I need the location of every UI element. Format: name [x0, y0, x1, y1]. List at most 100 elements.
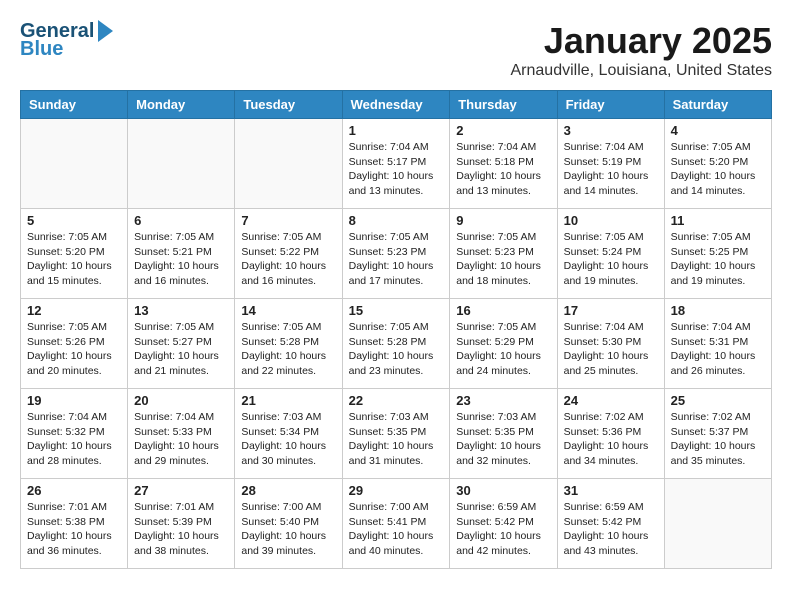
calendar-week-row: 5Sunrise: 7:05 AM Sunset: 5:20 PM Daylig… [21, 209, 772, 299]
col-thursday: Thursday [450, 91, 557, 119]
day-number: 8 [349, 213, 444, 228]
page-header: General Blue January 2025 Arnaudville, L… [20, 20, 772, 80]
col-monday: Monday [128, 91, 235, 119]
table-row: 4Sunrise: 7:05 AM Sunset: 5:20 PM Daylig… [664, 119, 771, 209]
day-number: 9 [456, 213, 550, 228]
day-number: 31 [564, 483, 658, 498]
calendar-week-row: 1 Sunrise: 7:04 AM Sunset: 5:17 PM Daylig… [21, 119, 772, 209]
day-number: 29 [349, 483, 444, 498]
day-info: Sunrise: 7:05 AM Sunset: 5:27 PM Dayligh… [134, 320, 228, 379]
table-row: 16Sunrise: 7:05 AM Sunset: 5:29 PM Dayli… [450, 299, 557, 389]
day-info: Sunrise: 7:02 AM Sunset: 5:37 PM Dayligh… [671, 410, 765, 469]
day-info: Sunrise: 7:05 AM Sunset: 5:20 PM Dayligh… [671, 140, 765, 199]
table-row [235, 119, 342, 209]
table-row [128, 119, 235, 209]
table-row: 25 Sunrise: 7:02 AM Sunset: 5:37 PM Dayli… [664, 389, 771, 479]
table-row: 13 Sunrise: 7:05 AM Sunset: 5:27 PM Dayli… [128, 299, 235, 389]
table-row: 6 Sunrise: 7:05 AM Sunset: 5:21 PM Daylig… [128, 209, 235, 299]
day-number: 3 [564, 123, 658, 138]
day-number: 20 [134, 393, 228, 408]
day-number: 16 [456, 303, 550, 318]
day-number: 7 [241, 213, 335, 228]
day-info: Sunrise: 7:01 AM Sunset: 5:39 PM Dayligh… [134, 500, 228, 559]
day-info: Sunrise: 6:59 AM Sunset: 5:42 PM Dayligh… [456, 500, 550, 559]
day-number: 18 [671, 303, 765, 318]
day-number: 19 [27, 393, 121, 408]
table-row: 1 Sunrise: 7:04 AM Sunset: 5:17 PM Daylig… [342, 119, 450, 209]
day-number: 2 [456, 123, 550, 138]
day-number: 6 [134, 213, 228, 228]
day-info: Sunrise: 7:05 AM Sunset: 5:22 PM Dayligh… [241, 230, 335, 289]
table-row: 2 Sunrise: 7:04 AM Sunset: 5:18 PM Daylig… [450, 119, 557, 209]
day-info: Sunrise: 7:04 AM Sunset: 5:31 PM Dayligh… [671, 320, 765, 379]
day-info: Sunrise: 7:05 AM Sunset: 5:26 PM Dayligh… [27, 320, 121, 379]
day-number: 1 [349, 123, 444, 138]
day-number: 28 [241, 483, 335, 498]
table-row: 22 Sunrise: 7:03 AM Sunset: 5:35 PM Dayli… [342, 389, 450, 479]
table-row: 30 Sunrise: 6:59 AM Sunset: 5:42 PM Dayli… [450, 479, 557, 569]
calendar-header-row: Sunday Monday Tuesday Wednesday Thursday… [21, 91, 772, 119]
day-number: 14 [241, 303, 335, 318]
calendar-week-row: 12 Sunrise: 7:05 AM Sunset: 5:26 PM Dayli… [21, 299, 772, 389]
day-number: 12 [27, 303, 121, 318]
day-number: 13 [134, 303, 228, 318]
table-row: 14 Sunrise: 7:05 AM Sunset: 5:28 PM Dayli… [235, 299, 342, 389]
day-info: Sunrise: 7:04 AM Sunset: 5:33 PM Dayligh… [134, 410, 228, 469]
table-row: 7 Sunrise: 7:05 AM Sunset: 5:22 PM Daylig… [235, 209, 342, 299]
col-sunday: Sunday [21, 91, 128, 119]
day-info: Sunrise: 7:04 AM Sunset: 5:18 PM Dayligh… [456, 140, 550, 199]
day-info: Sunrise: 7:00 AM Sunset: 5:41 PM Dayligh… [349, 500, 444, 559]
table-row: 9 Sunrise: 7:05 AM Sunset: 5:23 PM Daylig… [450, 209, 557, 299]
col-wednesday: Wednesday [342, 91, 450, 119]
table-row: 10 Sunrise: 7:05 AM Sunset: 5:24 PM Dayli… [557, 209, 664, 299]
day-number: 11 [671, 213, 765, 228]
day-number: 15 [349, 303, 444, 318]
calendar-week-row: 19 Sunrise: 7:04 AM Sunset: 5:32 PM Dayli… [21, 389, 772, 479]
day-info: Sunrise: 6:59 AM Sunset: 5:42 PM Dayligh… [564, 500, 658, 559]
day-info: Sunrise: 7:01 AM Sunset: 5:38 PM Dayligh… [27, 500, 121, 559]
day-info: Sunrise: 7:05 AM Sunset: 5:28 PM Dayligh… [349, 320, 444, 379]
day-number: 23 [456, 393, 550, 408]
calendar-table: Sunday Monday Tuesday Wednesday Thursday… [20, 90, 772, 569]
table-row: 18 Sunrise: 7:04 AM Sunset: 5:31 PM Dayli… [664, 299, 771, 389]
logo-text-line2: Blue [20, 38, 63, 60]
table-row: 24Sunrise: 7:02 AM Sunset: 5:36 PM Dayli… [557, 389, 664, 479]
day-number: 30 [456, 483, 550, 498]
day-info: Sunrise: 7:04 AM Sunset: 5:19 PM Dayligh… [564, 140, 658, 199]
day-number: 25 [671, 393, 765, 408]
table-row: 29 Sunrise: 7:00 AM Sunset: 5:41 PM Dayli… [342, 479, 450, 569]
day-info: Sunrise: 7:05 AM Sunset: 5:24 PM Dayligh… [564, 230, 658, 289]
month-title: January 2025 [511, 20, 773, 62]
table-row [664, 479, 771, 569]
day-info: Sunrise: 7:04 AM Sunset: 5:17 PM Dayligh… [349, 140, 444, 199]
day-number: 21 [241, 393, 335, 408]
col-tuesday: Tuesday [235, 91, 342, 119]
table-row: 12 Sunrise: 7:05 AM Sunset: 5:26 PM Dayli… [21, 299, 128, 389]
day-number: 26 [27, 483, 121, 498]
day-info: Sunrise: 7:00 AM Sunset: 5:40 PM Dayligh… [241, 500, 335, 559]
day-number: 22 [349, 393, 444, 408]
day-info: Sunrise: 7:03 AM Sunset: 5:34 PM Dayligh… [241, 410, 335, 469]
table-row: 5Sunrise: 7:05 AM Sunset: 5:20 PM Daylig… [21, 209, 128, 299]
table-row: 26 Sunrise: 7:01 AM Sunset: 5:38 PM Dayli… [21, 479, 128, 569]
day-info: Sunrise: 7:05 AM Sunset: 5:21 PM Dayligh… [134, 230, 228, 289]
title-section: January 2025 Arnaudville, Louisiana, Uni… [511, 20, 773, 80]
calendar-week-row: 26 Sunrise: 7:01 AM Sunset: 5:38 PM Dayli… [21, 479, 772, 569]
table-row: 15 Sunrise: 7:05 AM Sunset: 5:28 PM Dayli… [342, 299, 450, 389]
table-row: 11Sunrise: 7:05 AM Sunset: 5:25 PM Dayli… [664, 209, 771, 299]
day-info: Sunrise: 7:05 AM Sunset: 5:28 PM Dayligh… [241, 320, 335, 379]
table-row: 20 Sunrise: 7:04 AM Sunset: 5:33 PM Dayli… [128, 389, 235, 479]
table-row: 8Sunrise: 7:05 AM Sunset: 5:23 PM Daylig… [342, 209, 450, 299]
col-saturday: Saturday [664, 91, 771, 119]
day-info: Sunrise: 7:03 AM Sunset: 5:35 PM Dayligh… [456, 410, 550, 469]
table-row [21, 119, 128, 209]
table-row: 23 Sunrise: 7:03 AM Sunset: 5:35 PM Dayli… [450, 389, 557, 479]
table-row: 31 Sunrise: 6:59 AM Sunset: 5:42 PM Dayli… [557, 479, 664, 569]
day-number: 10 [564, 213, 658, 228]
day-info: Sunrise: 7:03 AM Sunset: 5:35 PM Dayligh… [349, 410, 444, 469]
location-title: Arnaudville, Louisiana, United States [511, 62, 773, 80]
day-info: Sunrise: 7:04 AM Sunset: 5:32 PM Dayligh… [27, 410, 121, 469]
table-row: 21 Sunrise: 7:03 AM Sunset: 5:34 PM Dayli… [235, 389, 342, 479]
day-info: Sunrise: 7:05 AM Sunset: 5:23 PM Dayligh… [456, 230, 550, 289]
day-number: 27 [134, 483, 228, 498]
